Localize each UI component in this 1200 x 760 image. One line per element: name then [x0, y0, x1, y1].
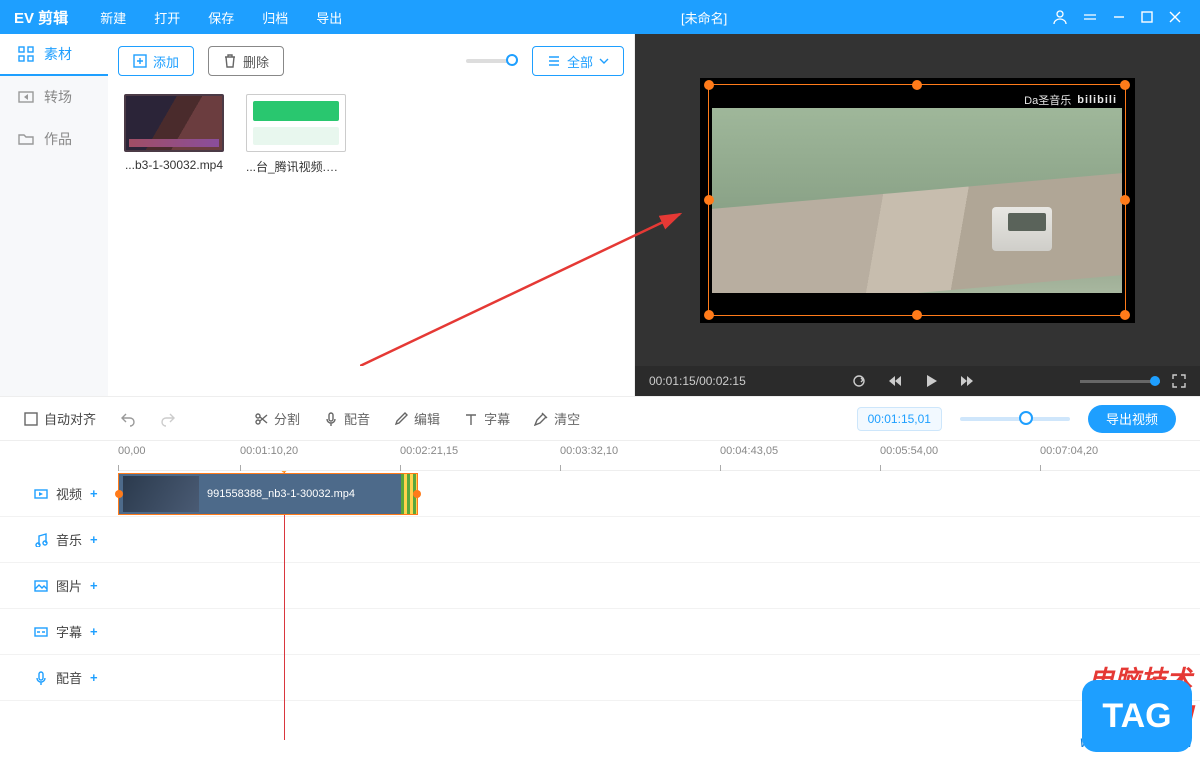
- selection-box[interactable]: [708, 84, 1126, 316]
- maximize-icon[interactable]: [1140, 10, 1154, 24]
- ruler-tick: 00:01:10,20: [240, 445, 298, 457]
- subtitle-button[interactable]: 字幕: [464, 409, 510, 428]
- add-button[interactable]: 添加: [118, 46, 194, 76]
- clip-thumbnail: [123, 476, 199, 512]
- image-icon: [34, 579, 48, 593]
- video-icon: [34, 487, 48, 501]
- subtitle-icon: [34, 625, 48, 639]
- menu-export[interactable]: 导出: [302, 0, 356, 34]
- redo-button[interactable]: [160, 411, 176, 427]
- player-bar: 00:01:15/00:02:15: [635, 366, 1200, 396]
- menu-archive[interactable]: 归档: [248, 0, 302, 34]
- ruler-tick: 00:03:32,10: [560, 445, 618, 457]
- sidebar-item-label: 素材: [44, 44, 72, 64]
- timeline-toolbar: 自动对齐 分割 配音 编辑 字幕 清空 00:01:15,01 导出视频: [0, 396, 1200, 440]
- grid-icon: [18, 46, 34, 62]
- scissors-icon: [254, 412, 268, 426]
- export-video-button[interactable]: 导出视频: [1088, 405, 1176, 433]
- close-icon[interactable]: [1168, 10, 1182, 24]
- dub-button[interactable]: 配音: [324, 409, 370, 428]
- time-display: 00:01:15/00:02:15: [649, 374, 746, 388]
- text-icon: [464, 412, 478, 426]
- fullscreen-icon[interactable]: [1172, 374, 1186, 388]
- thumb-size-slider[interactable]: [466, 59, 518, 63]
- menu-open[interactable]: 打开: [140, 0, 194, 34]
- image-track: 图片+: [0, 563, 1200, 609]
- filter-dropdown[interactable]: 全部: [532, 46, 624, 76]
- add-track-button[interactable]: +: [90, 486, 98, 501]
- list-icon: [547, 54, 561, 68]
- audio-track: 音乐+: [0, 517, 1200, 563]
- ruler-tick: 00:07:04,20: [1040, 445, 1098, 457]
- ruler-tick: 00:04:43,05: [720, 445, 778, 457]
- volume-slider[interactable]: [1080, 380, 1160, 383]
- preview-canvas[interactable]: Da圣音乐 bilibili: [700, 78, 1135, 323]
- trash-icon: [223, 54, 237, 68]
- split-button[interactable]: 分割: [254, 409, 300, 428]
- add-track-button[interactable]: +: [90, 670, 98, 685]
- video-track: 视频+ 991558388_nb3-1-30032.mp4: [0, 471, 1200, 517]
- auto-align-checkbox[interactable]: 自动对齐: [24, 409, 96, 428]
- redo-icon: [160, 411, 176, 427]
- sidebar-item-media[interactable]: 素材: [0, 34, 108, 76]
- broom-icon: [534, 412, 548, 426]
- sidebar-item-label: 作品: [44, 129, 72, 149]
- zoom-slider[interactable]: [960, 417, 1070, 421]
- media-pane: 添加 删除 全部 ...b3-1-30032.mp4: [108, 34, 635, 396]
- thumbnail-label: ...b3-1-30032.mp4: [124, 158, 224, 172]
- forward-icon[interactable]: [960, 374, 974, 388]
- minimize-icon[interactable]: [1112, 10, 1126, 24]
- add-button-label: 添加: [153, 52, 179, 71]
- sidebar-item-label: 转场: [44, 87, 72, 107]
- pencil-icon: [394, 412, 408, 426]
- media-thumb[interactable]: ...台_腾讯视频.mp4: [246, 94, 346, 175]
- undo-icon: [120, 411, 136, 427]
- play-icon[interactable]: [924, 374, 938, 388]
- transition-icon: [18, 89, 34, 105]
- subtitle-track: 字幕+: [0, 609, 1200, 655]
- skin-icon[interactable]: [1082, 9, 1098, 25]
- ruler-tick: 00:02:21,15: [400, 445, 458, 457]
- sidebar-item-works[interactable]: 作品: [0, 118, 108, 160]
- user-icon[interactable]: [1052, 9, 1068, 25]
- chevron-down-icon: [599, 56, 609, 66]
- folder-icon: [18, 131, 34, 147]
- loop-icon[interactable]: [852, 374, 866, 388]
- add-track-button[interactable]: +: [90, 578, 98, 593]
- thumbnail-image: [246, 94, 346, 152]
- app-name: EV 剪辑: [0, 7, 86, 28]
- ruler-tick: 00:05:54,00: [880, 445, 938, 457]
- thumbnail-label: ...台_腾讯视频.mp4: [246, 158, 346, 175]
- sidebar-item-transition[interactable]: 转场: [0, 76, 108, 118]
- import-icon: [133, 54, 147, 68]
- clip-label: 991558388_nb3-1-30032.mp4: [207, 488, 355, 500]
- add-track-button[interactable]: +: [90, 532, 98, 547]
- thumbnail-image: [124, 94, 224, 152]
- timeline: 00,00 00:01:10,20 00:02:21,15 00:03:32,1…: [0, 440, 1200, 740]
- media-thumb[interactable]: ...b3-1-30032.mp4: [124, 94, 224, 175]
- voice-track: 配音+: [0, 655, 1200, 701]
- preview-pane: Da圣音乐 bilibili 00:01:15/00:02:15: [635, 34, 1200, 396]
- playhead-time: 00:01:15,01: [857, 407, 942, 431]
- video-clip[interactable]: 991558388_nb3-1-30032.mp4: [118, 473, 418, 515]
- title-bar: EV 剪辑 新建 打开 保存 归档 导出 [未命名]: [0, 0, 1200, 34]
- filter-label: 全部: [567, 52, 593, 71]
- delete-button[interactable]: 删除: [208, 46, 284, 76]
- document-title: [未命名]: [356, 8, 1052, 27]
- menu-save[interactable]: 保存: [194, 0, 248, 34]
- add-track-button[interactable]: +: [90, 624, 98, 639]
- clear-button[interactable]: 清空: [534, 409, 580, 428]
- undo-button[interactable]: [120, 411, 136, 427]
- delete-button-label: 删除: [243, 52, 269, 71]
- sidebar: 素材 转场 作品: [0, 34, 108, 396]
- ruler-tick: 00,00: [118, 445, 146, 457]
- time-ruler[interactable]: 00,00 00:01:10,20 00:02:21,15 00:03:32,1…: [118, 441, 1200, 471]
- mic-icon: [324, 412, 338, 426]
- checkbox-icon: [24, 412, 38, 426]
- rewind-icon[interactable]: [888, 374, 902, 388]
- menu-new[interactable]: 新建: [86, 0, 140, 34]
- music-icon: [34, 533, 48, 547]
- voice-icon: [34, 671, 48, 685]
- edit-button[interactable]: 编辑: [394, 409, 440, 428]
